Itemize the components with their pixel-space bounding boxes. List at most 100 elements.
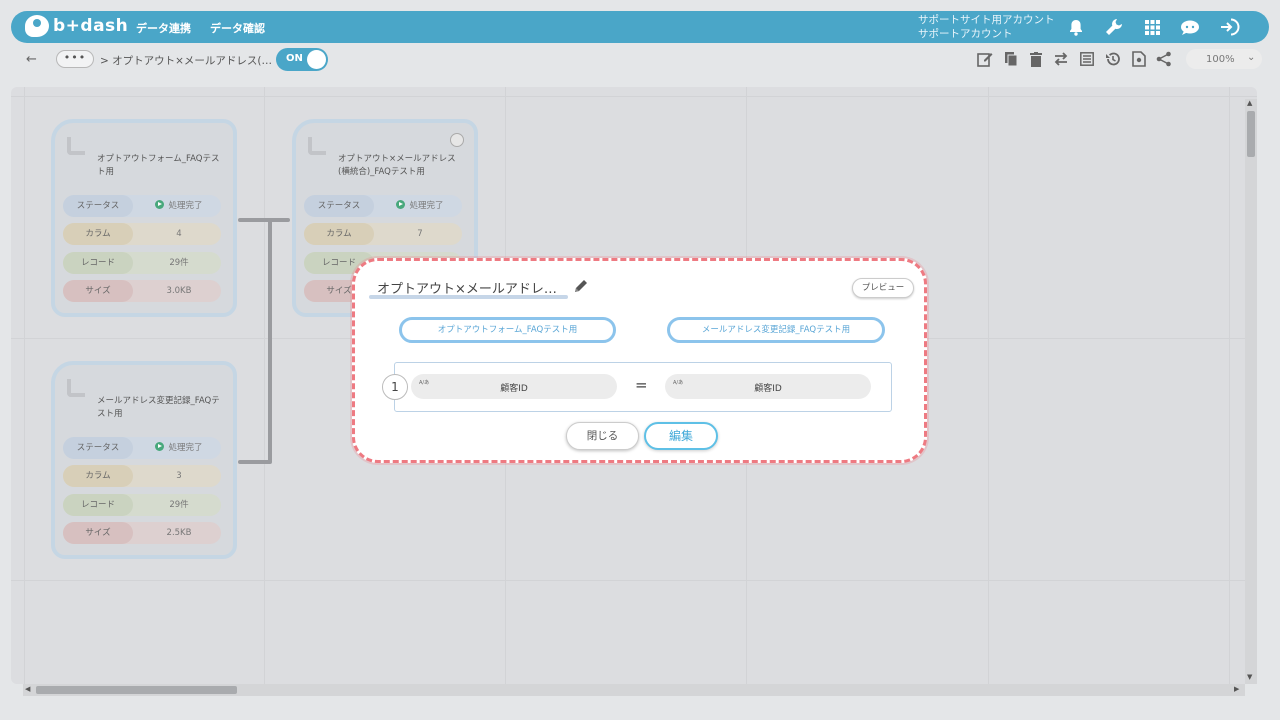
table-node-icon bbox=[308, 137, 326, 155]
account-info[interactable]: サポートサイト用アカウント サポートアカウント bbox=[918, 13, 1055, 41]
card-title: オプトアウトフォーム_FAQテスト用 bbox=[97, 154, 220, 177]
status-row: ステータス 処理完了 bbox=[304, 195, 462, 217]
scroll-left-icon[interactable]: ◀ bbox=[25, 685, 30, 693]
column-row: カラム 3 bbox=[63, 465, 221, 487]
grid-line bbox=[11, 580, 1257, 581]
record-row: レコード 29件 bbox=[63, 252, 221, 274]
nav-data-check[interactable]: データ確認 bbox=[210, 20, 265, 36]
bell-icon[interactable] bbox=[1066, 18, 1086, 36]
status-row: ステータス 処理完了 bbox=[63, 195, 221, 217]
status-row: ステータス 処理完了 bbox=[63, 437, 221, 459]
scroll-down-icon[interactable]: ▼ bbox=[1247, 673, 1252, 681]
scroll-right-icon[interactable]: ▶ bbox=[1234, 685, 1239, 693]
delete-icon[interactable] bbox=[1027, 50, 1045, 68]
vertical-scrollbar[interactable]: ▲ ▼ bbox=[1245, 99, 1257, 684]
on-off-toggle[interactable]: ON bbox=[276, 48, 328, 71]
status-text: 処理完了 bbox=[168, 201, 203, 211]
column-label: カラム bbox=[304, 223, 374, 245]
back-button[interactable]: ← bbox=[26, 52, 37, 67]
column-label: カラム bbox=[63, 223, 133, 245]
wrench-icon[interactable] bbox=[1104, 18, 1124, 36]
status-value: 処理完了 bbox=[137, 437, 221, 459]
account-name: サポートサイト用アカウント bbox=[918, 14, 1055, 26]
swap-icon[interactable] bbox=[1052, 50, 1070, 68]
chevron-down-icon: ⌄ bbox=[1247, 52, 1256, 63]
status-text: 処理完了 bbox=[168, 443, 203, 453]
scroll-up-icon[interactable]: ▲ bbox=[1247, 99, 1252, 107]
column-row: カラム 4 bbox=[63, 223, 221, 245]
status-label: ステータス bbox=[63, 437, 133, 459]
connector-line bbox=[238, 460, 272, 464]
column-label: カラム bbox=[63, 465, 133, 487]
share-icon[interactable] bbox=[1155, 50, 1173, 68]
condition-number: 1 bbox=[382, 374, 408, 400]
play-icon bbox=[155, 200, 165, 209]
copy-icon[interactable] bbox=[1002, 50, 1020, 68]
card-title: オプトアウト×メールアドレス(横統合)_FAQテスト用 bbox=[338, 154, 456, 177]
table-node-icon bbox=[67, 379, 85, 397]
list-icon[interactable] bbox=[1078, 50, 1096, 68]
history-icon[interactable] bbox=[1104, 50, 1122, 68]
size-row: サイズ 3.0KB bbox=[63, 280, 221, 302]
column-value: 3 bbox=[176, 471, 182, 481]
status-text: 処理完了 bbox=[409, 201, 444, 211]
right-join-field[interactable]: A/あ 顧客ID bbox=[665, 374, 871, 399]
logo-icon bbox=[25, 15, 49, 37]
pause-icon[interactable] bbox=[450, 133, 464, 147]
connector-line bbox=[238, 218, 290, 222]
chat-icon[interactable] bbox=[1180, 18, 1200, 36]
logo[interactable]: b+dash bbox=[25, 15, 128, 37]
logout-icon[interactable] bbox=[1220, 18, 1240, 36]
node-card[interactable]: メールアドレス変更記録_FAQテスト用 ステータス 処理完了 カラム 3 レコー… bbox=[51, 361, 237, 559]
more-button[interactable]: ••• bbox=[56, 50, 94, 68]
breadcrumb: > オプトアウト×メールアドレス(… bbox=[100, 55, 273, 67]
dialog-title[interactable]: オプトアウト×メールアドレ… bbox=[377, 278, 557, 297]
logo-text: b+dash bbox=[53, 16, 129, 36]
grid-line bbox=[11, 96, 1257, 97]
vertical-scroll-thumb[interactable] bbox=[1247, 111, 1255, 157]
horizontal-scroll-thumb[interactable] bbox=[36, 686, 237, 694]
record-label: レコード bbox=[63, 494, 133, 516]
table-node-icon bbox=[67, 137, 85, 155]
grid-line bbox=[988, 87, 989, 684]
grid-line bbox=[264, 87, 265, 684]
account-user: サポートアカウント bbox=[918, 28, 1013, 40]
card-title: メールアドレス変更記録_FAQテスト用 bbox=[97, 396, 220, 419]
top-navigation-bar: b+dash データ連携 データ確認 サポートサイト用アカウント サポートアカウ… bbox=[11, 11, 1269, 43]
zoom-value: 100% bbox=[1206, 54, 1235, 65]
edit-icon[interactable] bbox=[976, 50, 994, 68]
size-label: サイズ bbox=[63, 280, 133, 302]
grid-line bbox=[24, 87, 25, 684]
status-label: ステータス bbox=[63, 195, 133, 217]
column-value: 7 bbox=[417, 229, 423, 239]
node-card[interactable]: オプトアウトフォーム_FAQテスト用 ステータス 処理完了 カラム 4 レコード… bbox=[51, 119, 237, 317]
join-settings-dialog: オプトアウト×メールアドレ… プレビュー オプトアウトフォーム_FAQテスト用 … bbox=[352, 258, 927, 463]
grid-line bbox=[1229, 87, 1230, 684]
record-value: 29件 bbox=[169, 258, 189, 268]
toggle-label: ON bbox=[286, 53, 303, 64]
right-field-name: 顧客ID bbox=[754, 384, 782, 394]
record-value: 29件 bbox=[169, 500, 189, 510]
close-button[interactable]: 閉じる bbox=[566, 422, 639, 450]
left-field-name: 顧客ID bbox=[500, 384, 528, 394]
left-table-button[interactable]: オプトアウトフォーム_FAQテスト用 bbox=[399, 317, 616, 343]
preview-button[interactable]: プレビュー bbox=[852, 278, 914, 298]
size-label: サイズ bbox=[63, 522, 133, 544]
nav-data-integration[interactable]: データ連携 bbox=[136, 20, 191, 36]
status-value: 処理完了 bbox=[137, 195, 221, 217]
horizontal-scrollbar[interactable]: ◀ ▶ bbox=[23, 684, 1245, 696]
column-value: 4 bbox=[176, 229, 182, 239]
size-row: サイズ 2.5KB bbox=[63, 522, 221, 544]
right-table-button[interactable]: メールアドレス変更記録_FAQテスト用 bbox=[667, 317, 885, 343]
edit-button[interactable]: 編集 bbox=[644, 422, 718, 450]
export-icon[interactable] bbox=[1130, 50, 1148, 68]
left-join-field[interactable]: A/あ 顧客ID bbox=[411, 374, 617, 399]
apps-grid-icon[interactable] bbox=[1142, 18, 1162, 36]
play-icon bbox=[396, 200, 406, 209]
pencil-icon[interactable] bbox=[573, 278, 589, 298]
record-row: レコード 29件 bbox=[63, 494, 221, 516]
column-row: カラム 7 bbox=[304, 223, 462, 245]
zoom-select[interactable]: 100% ⌄ bbox=[1186, 49, 1262, 69]
status-label: ステータス bbox=[304, 195, 374, 217]
toggle-knob bbox=[307, 50, 326, 69]
